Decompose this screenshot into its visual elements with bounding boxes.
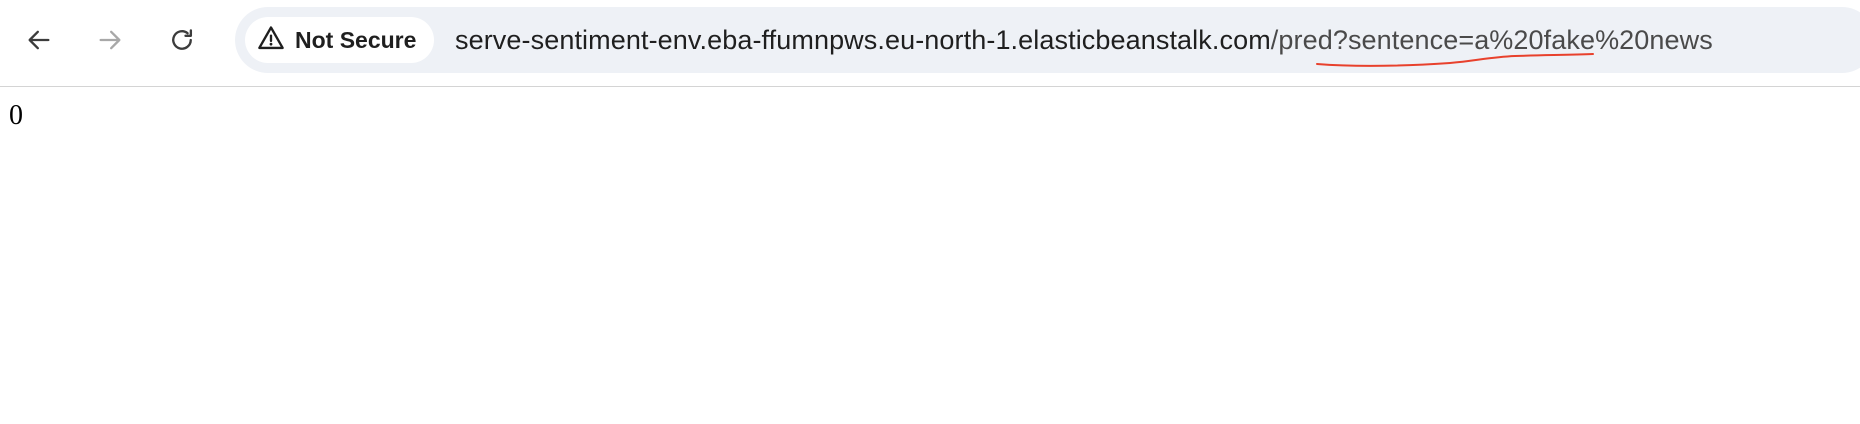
- reload-button[interactable]: [162, 20, 202, 60]
- forward-button[interactable]: [90, 20, 130, 60]
- warning-triangle-icon: [257, 24, 285, 57]
- address-bar[interactable]: Not Secure serve-sentiment-env.eba-ffumn…: [235, 7, 1860, 73]
- url-host: serve-sentiment-env.eba-ffumnpws.eu-nort…: [455, 25, 1271, 55]
- reload-icon: [168, 26, 196, 54]
- back-button[interactable]: [19, 20, 59, 60]
- url-text[interactable]: serve-sentiment-env.eba-ffumnpws.eu-nort…: [455, 7, 1713, 73]
- url-path: /pred?sentence=a%20fake%20news: [1270, 25, 1713, 55]
- arrow-right-icon: [96, 26, 124, 54]
- page-body-text: 0: [9, 100, 23, 131]
- arrow-left-icon: [25, 26, 53, 54]
- browser-toolbar: Not Secure serve-sentiment-env.eba-ffumn…: [0, 0, 1860, 87]
- security-label: Not Secure: [295, 26, 417, 53]
- security-indicator-chip[interactable]: Not Secure: [245, 17, 435, 63]
